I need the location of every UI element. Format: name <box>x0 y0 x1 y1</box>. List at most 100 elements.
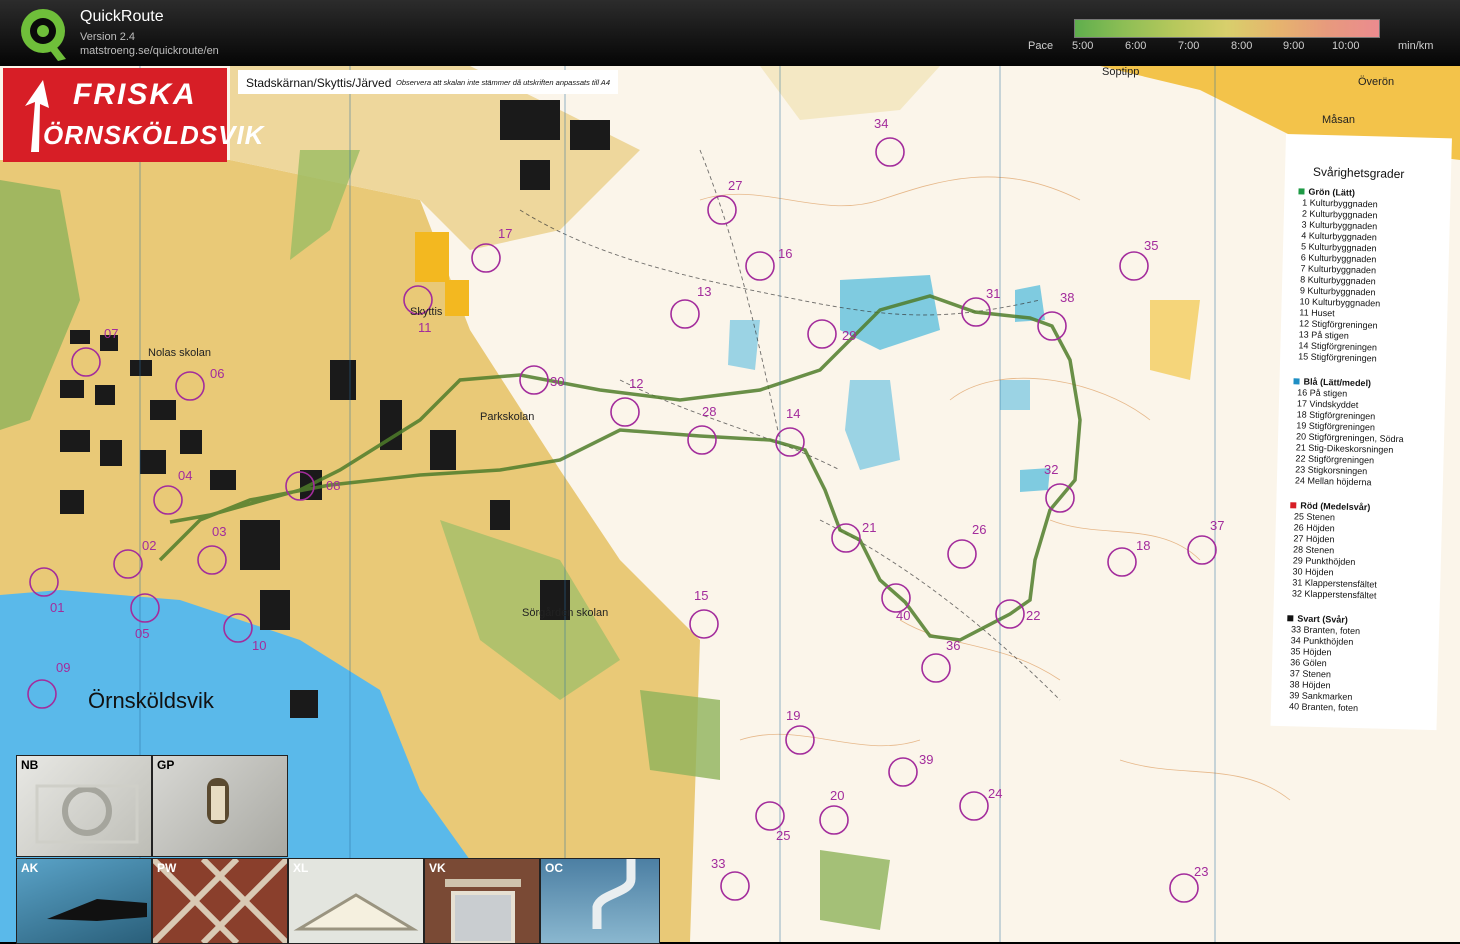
map-title-box: Stadskärnan/Skyttis/Järved Observera att… <box>238 70 618 94</box>
control-number: 31 <box>986 286 1000 301</box>
control-number: 10 <box>252 638 266 653</box>
control-number: 07 <box>104 326 118 341</box>
legend-item: 24 Mellan höjderna <box>1294 475 1372 488</box>
control-number: 27 <box>728 178 742 193</box>
legend-item: 12 Stigförgreningen <box>1298 318 1378 331</box>
legend-item: 39 Sankmarken <box>1289 690 1353 702</box>
control-number: 11 <box>418 320 432 335</box>
photo-thumbnail[interactable]: OC <box>540 858 660 944</box>
pace-tick: 6:00 <box>1125 40 1147 52</box>
legend-item: 8 Kulturbyggnaden <box>1300 274 1376 287</box>
place-name: Överön <box>1358 76 1394 88</box>
legend-item: 27 Höjden <box>1293 533 1335 545</box>
legend-color-swatch <box>1293 378 1300 385</box>
place-name: Nolas skolan <box>148 347 211 359</box>
pace-tick: 10:00 <box>1332 40 1360 52</box>
control-number: 33 <box>711 856 725 871</box>
photo-code: XL <box>293 861 309 875</box>
photo-thumbnail[interactable]: NB <box>16 755 152 857</box>
legend-section-title: Blå (Lätt/medel) <box>1303 376 1372 389</box>
legend-item: 10 Kulturbyggnaden <box>1299 296 1381 309</box>
control-number: 15 <box>694 588 708 603</box>
club-logo-line1: FRISKA <box>73 78 197 111</box>
pace-tick: 8:00 <box>1231 40 1253 52</box>
map-title-note: Observera att skalan inte stämmer då uts… <box>396 78 610 87</box>
control-number: 36 <box>946 638 960 653</box>
pace-tick: 9:00 <box>1283 40 1305 52</box>
difficulty-legend: Svårighetsgrader Grön (Lätt) 1 Kulturbygg… <box>1270 134 1452 731</box>
control-number: 25 <box>776 828 790 843</box>
photo-thumbnail[interactable]: PW <box>152 858 288 944</box>
legend-item: 19 Stigförgreningen <box>1296 420 1376 433</box>
control-number: 18 <box>1136 538 1150 553</box>
legend-item: 3 Kulturbyggnaden <box>1301 219 1378 232</box>
photo-thumbnail[interactable]: GP <box>152 755 288 857</box>
legend-item: 40 Branten, foten <box>1288 701 1359 714</box>
control-number: 02 <box>142 538 156 553</box>
legend-item: 7 Kulturbyggnaden <box>1300 263 1377 276</box>
legend-item: 23 Stigkorsningen <box>1295 464 1368 477</box>
app-url[interactable]: matstroeng.se/quickroute/en <box>80 45 219 57</box>
legend-color-swatch <box>1290 502 1297 509</box>
legend-item: 2 Kulturbyggnaden <box>1301 208 1378 221</box>
control-number: 13 <box>697 284 711 299</box>
legend-item: 9 Kulturbyggnaden <box>1299 285 1376 298</box>
control-number: 12 <box>629 376 643 391</box>
photo-code: OC <box>545 861 563 875</box>
photo-thumbnail[interactable]: XL <box>288 858 424 944</box>
control-number: 37 <box>1210 518 1224 533</box>
place-name: Skyttis <box>410 306 443 318</box>
legend-color-swatch <box>1298 188 1305 195</box>
photo-thumbnail[interactable]: VK <box>424 858 540 944</box>
photo-code: GP <box>157 758 175 772</box>
control-number: 34 <box>874 116 888 131</box>
photo-code: NB <box>21 758 39 772</box>
place-name: Parkskolan <box>480 411 534 423</box>
legend-item: 22 Stigförgreningen <box>1295 453 1375 466</box>
legend-item: 36 Gölen <box>1290 657 1327 669</box>
control-number: 09 <box>56 660 70 675</box>
legend-color-swatch <box>1287 615 1294 622</box>
control-number: 06 <box>210 366 224 381</box>
control-number: 19 <box>786 708 800 723</box>
app-header: QuickRoute Version 2.4 matstroeng.se/qui… <box>0 0 1460 66</box>
photo-code: AK <box>21 861 39 875</box>
legend-item: 4 Kulturbyggnaden <box>1301 230 1378 243</box>
legend-item: 30 Höjden <box>1292 566 1334 578</box>
control-number: 23 <box>1194 864 1208 879</box>
pace-color-bar <box>1074 19 1380 38</box>
place-name: Soptipp <box>1102 66 1139 78</box>
control-number: 26 <box>972 522 986 537</box>
pace-tick: 5:00 <box>1072 40 1094 52</box>
control-number: 24 <box>988 786 1002 801</box>
photo-thumbnail[interactable]: AK <box>16 858 152 944</box>
legend-item: 32 Klapperstensfältet <box>1291 588 1377 601</box>
app-version: Version 2.4 <box>80 31 136 43</box>
control-number: 04 <box>178 468 192 483</box>
legend-item: 15 Stigförgreningen <box>1298 351 1377 364</box>
photo-code: PW <box>157 861 177 875</box>
control-number: 29 <box>842 328 856 343</box>
legend-item: 5 Kulturbyggnaden <box>1300 241 1377 254</box>
control-number: 14 <box>786 406 800 421</box>
place-name-town: Örnsköldsvik <box>88 688 215 713</box>
control-number: 35 <box>1144 238 1158 253</box>
legend-item: 6 Kulturbyggnaden <box>1300 252 1377 265</box>
control-number: 03 <box>212 524 226 539</box>
legend-item: 17 Vindskyddet <box>1296 398 1359 410</box>
legend-item: 29 Punkthöjden <box>1292 555 1356 567</box>
control-number: 17 <box>498 226 512 241</box>
control-number: 21 <box>862 520 876 535</box>
control-number: 20 <box>830 788 844 803</box>
gable-photo-icon <box>293 893 419 931</box>
club-logo: FRISKA ÖRNSKÖLDSVIK <box>3 68 263 162</box>
legend-item: 38 Höjden <box>1289 679 1331 691</box>
control-number: 08 <box>326 478 340 493</box>
control-number: 32 <box>1044 462 1058 477</box>
pace-tick: 7:00 <box>1178 40 1200 52</box>
legend-section-header: Röd (Medelsvår) <box>1290 500 1370 512</box>
place-name: Måsan <box>1322 114 1355 126</box>
legend-item: 18 Stigförgreningen <box>1296 409 1376 422</box>
legend-item: 35 Höjden <box>1290 646 1332 658</box>
control-number: 22 <box>1026 608 1040 623</box>
